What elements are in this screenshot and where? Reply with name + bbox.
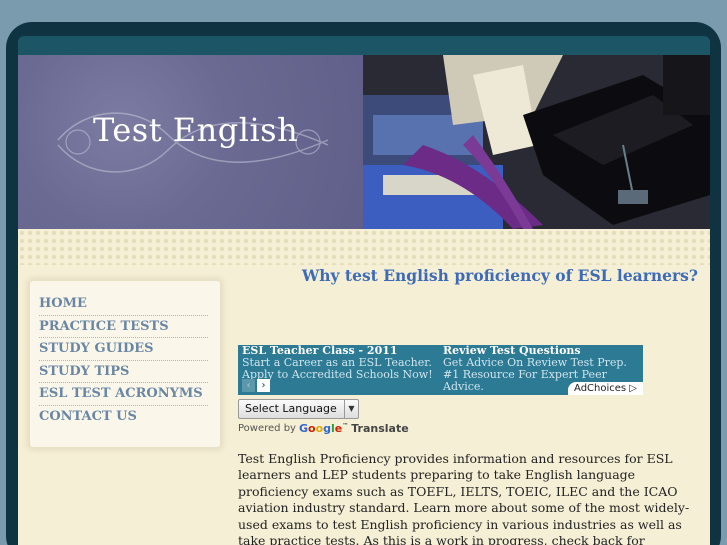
- site-title: Test English: [93, 111, 299, 149]
- chevron-left-icon[interactable]: ‹: [242, 379, 255, 392]
- top-bar: [18, 36, 710, 56]
- nav-item-home: HOME: [39, 293, 208, 316]
- powered-by-google-translate: Powered by Google™ Translate: [238, 422, 409, 435]
- page-heading: Why test English proficiency of ESL lear…: [301, 266, 698, 285]
- nav-item-esl-test-acronyms: ESL TEST ACRONYMS: [39, 383, 208, 406]
- sidebar-nav: HOME PRACTICE TESTS STUDY GUIDES STUDY T…: [30, 281, 220, 447]
- lace-border: [18, 229, 710, 265]
- language-select-label: Select Language: [245, 402, 337, 415]
- nav-item-study-tips: STUDY TIPS: [39, 361, 208, 383]
- nav-link-study-tips[interactable]: STUDY TIPS: [39, 361, 208, 382]
- nav-link-study-guides[interactable]: STUDY GUIDES: [39, 338, 208, 359]
- google-logo: Google™: [298, 422, 349, 435]
- powered-by-label: Powered by: [238, 423, 296, 434]
- nav-link-practice-tests[interactable]: PRACTICE TESTS: [39, 316, 208, 337]
- ad-text[interactable]: Start a Career as an ESL Teacher. Apply …: [242, 357, 442, 381]
- nav-item-study-guides: STUDY GUIDES: [39, 338, 208, 361]
- language-select[interactable]: Select Language ▼: [238, 399, 359, 419]
- main-content: Why test English proficiency of ESL lear…: [18, 229, 710, 545]
- nav-link-home[interactable]: HOME: [39, 293, 208, 314]
- header-banner: Test English: [18, 55, 363, 229]
- ad-pager: ‹ ›: [242, 379, 270, 392]
- nav-item-contact-us: CONTACT US: [39, 406, 208, 429]
- adchoices-link[interactable]: AdChoices ▷: [568, 382, 643, 395]
- graduation-cap-photo: [363, 55, 710, 229]
- site-header: Test English: [18, 55, 710, 229]
- nav-item-practice-tests: PRACTICE TESTS: [39, 316, 208, 338]
- dropdown-caret-icon: ▼: [344, 400, 358, 418]
- chevron-right-icon[interactable]: ›: [257, 379, 270, 392]
- nav-list: HOME PRACTICE TESTS STUDY GUIDES STUDY T…: [30, 281, 220, 428]
- intro-paragraph: Test English Proficiency provides inform…: [238, 451, 690, 545]
- translate-link[interactable]: Translate: [351, 422, 408, 435]
- nav-link-esl-test-acronyms[interactable]: ESL TEST ACRONYMS: [39, 383, 208, 404]
- ad-item[interactable]: ESL Teacher Class - 2011 Start a Career …: [242, 345, 442, 381]
- nav-link-contact-us[interactable]: CONTACT US: [39, 406, 208, 427]
- ad-banner: ESL Teacher Class - 2011 Start a Career …: [238, 345, 643, 395]
